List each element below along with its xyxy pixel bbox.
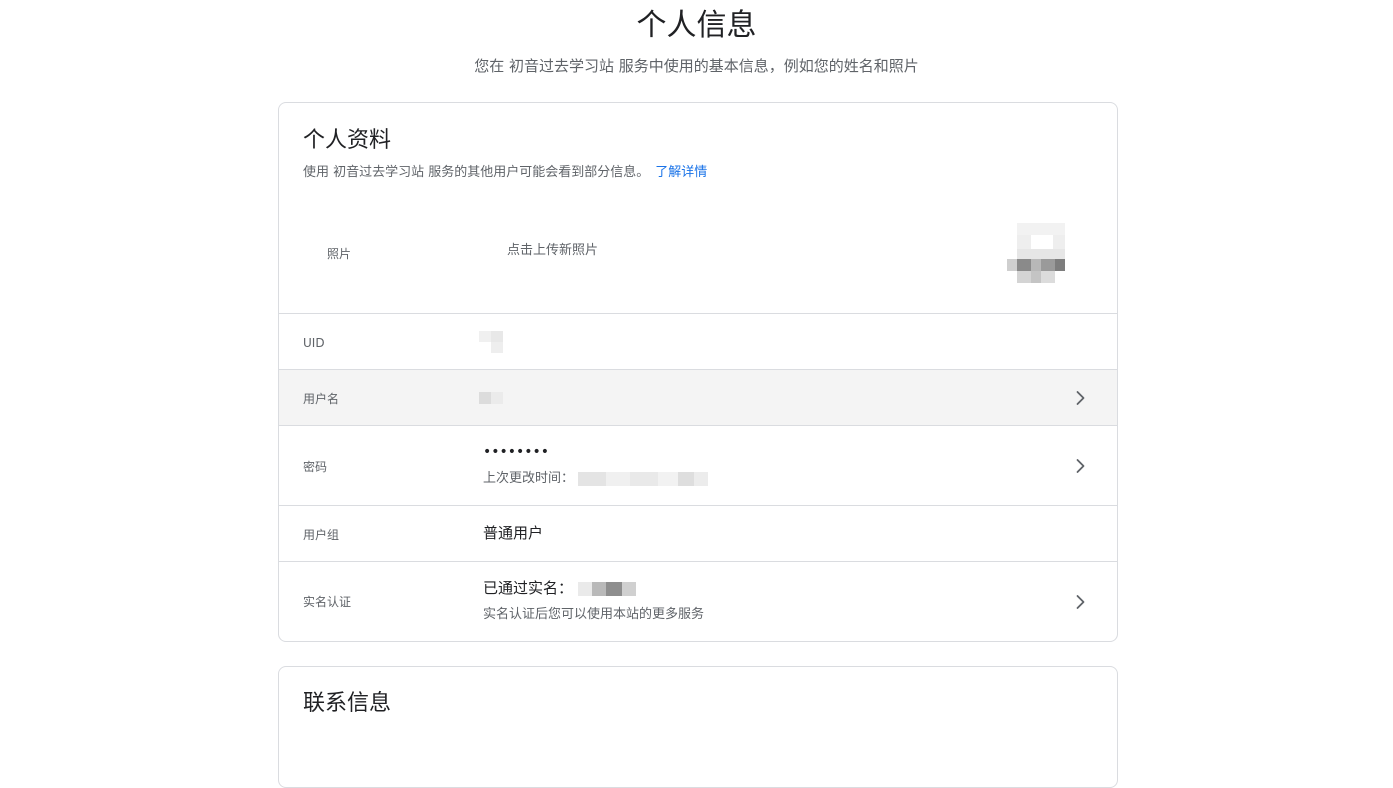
username-row[interactable]: 用户名 [279, 369, 1117, 426]
contact-card-title: 联系信息 [303, 691, 392, 716]
password-last-changed-redacted [578, 471, 709, 486]
chevron-right-icon [1076, 391, 1085, 405]
uid-value-redacted [479, 331, 503, 353]
realname-status-text: 已通过实名： [483, 579, 574, 597]
photo-row[interactable]: 照片 [279, 203, 1117, 313]
user-group-row: 用户组 普通用户 [279, 505, 1117, 562]
page-subtitle: 您在 初音过去学习站 服务中使用的基本信息，例如您的姓名和照片 [474, 57, 919, 75]
uid-row: UID [279, 313, 1117, 370]
photo-label: 照片 [327, 247, 352, 261]
realname-name-redacted [577, 581, 636, 596]
realname-row[interactable]: 实名认证 已通过实名： 实名认证后您可以使用本站的更多服务 [279, 561, 1117, 641]
avatar[interactable] [1007, 223, 1065, 283]
uid-label: UID [303, 336, 325, 350]
profile-card: 个人资料 使用 初音过去学习站 服务的其他用户可能会看到部分信息。 了解详情 照片… [278, 102, 1118, 642]
username-value-redacted [479, 392, 503, 404]
contact-card: 联系信息 [278, 666, 1118, 788]
password-value: •••••••• [483, 444, 550, 460]
user-group-value: 普通用户 [483, 524, 544, 542]
upload-photo-hint[interactable]: 点击上传新照片 [507, 242, 598, 260]
password-label: 密码 [303, 460, 328, 474]
profile-card-title: 个人资料 [303, 128, 392, 153]
realname-status: 已通过实名： [483, 578, 636, 598]
chevron-right-icon [1076, 459, 1085, 473]
user-group-label: 用户组 [303, 528, 340, 542]
realname-hint: 实名认证后您可以使用本站的更多服务 [483, 607, 705, 622]
page-title: 个人信息 [636, 8, 757, 43]
username-label: 用户名 [303, 392, 340, 406]
realname-label: 实名认证 [303, 595, 352, 609]
password-last-changed: 上次更改时间： [483, 470, 709, 488]
password-row[interactable]: 密码 •••••••• 上次更改时间： [279, 425, 1117, 506]
learn-more-link[interactable]: 了解详情 [655, 165, 707, 180]
profile-description-text: 使用 初音过去学习站 服务的其他用户可能会看到部分信息。 [303, 165, 650, 180]
profile-card-description: 使用 初音过去学习站 服务的其他用户可能会看到部分信息。 了解详情 [303, 164, 707, 182]
password-last-changed-label: 上次更改时间： [483, 471, 575, 486]
chevron-right-icon [1076, 595, 1085, 609]
